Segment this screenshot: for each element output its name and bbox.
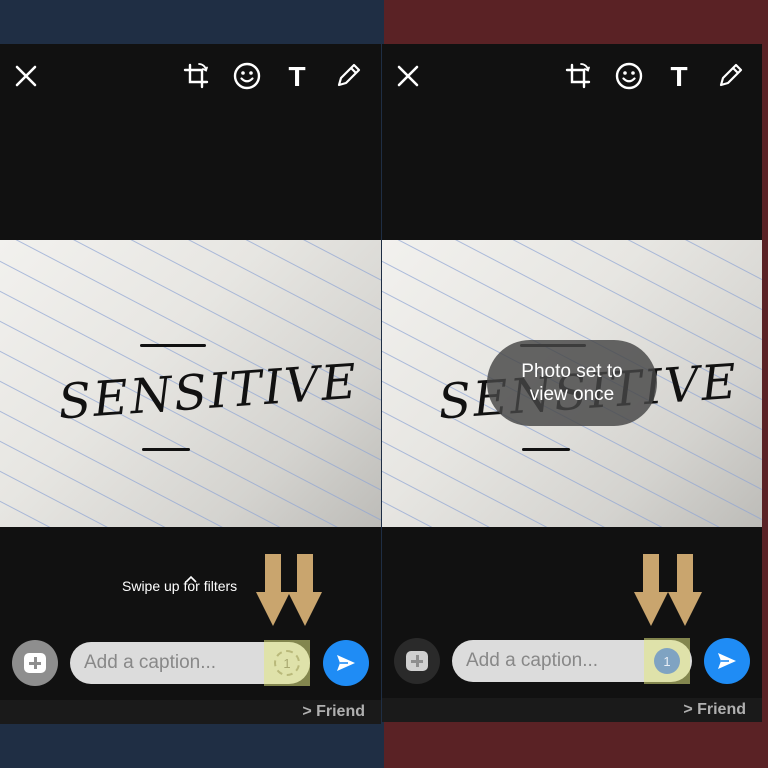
close-icon[interactable] (390, 58, 426, 94)
crop-rotate-icon[interactable] (178, 58, 214, 94)
pencil-icon[interactable] (330, 58, 366, 94)
caption-input[interactable] (84, 652, 264, 674)
left-screenshot: T SENSITIVE Swipe up for filters Add a c… (0, 44, 381, 724)
caption-input[interactable] (466, 650, 646, 672)
handwritten-dash (142, 448, 190, 451)
add-media-icon (24, 653, 46, 673)
view-once-icon: 1 (663, 653, 671, 669)
swipe-filters-hint[interactable]: Swipe up for filters (122, 578, 237, 594)
add-media-button[interactable] (394, 638, 440, 684)
view-once-button[interactable]: 1 (274, 650, 300, 676)
editor-toolbar: T (382, 44, 762, 112)
down-arrow-icon (668, 554, 702, 626)
editor-toolbar: T (0, 44, 381, 112)
svg-text:T: T (288, 61, 305, 91)
recipient-label[interactable]: > Friend (683, 701, 746, 719)
photo-preview: SENSITIVE (0, 240, 381, 527)
pencil-icon[interactable] (712, 58, 748, 94)
emoji-icon[interactable] (611, 58, 647, 94)
send-icon (337, 655, 355, 671)
add-media-button[interactable] (12, 640, 58, 686)
view-once-icon: 1 (283, 655, 291, 671)
down-arrow-icon (288, 554, 322, 626)
down-arrow-icon (634, 554, 668, 626)
crop-rotate-icon[interactable] (560, 58, 596, 94)
send-icon (718, 653, 736, 669)
handwritten-dash (522, 448, 570, 451)
send-button[interactable] (323, 640, 369, 686)
down-arrow-icon (256, 554, 290, 626)
recipient-label[interactable]: > Friend (302, 703, 365, 721)
recipient-bar: > Friend (382, 698, 762, 722)
svg-text:T: T (670, 61, 687, 91)
view-once-button-active[interactable]: 1 (654, 648, 680, 674)
emoji-icon[interactable] (229, 58, 265, 94)
handwritten-dash (140, 344, 206, 347)
text-tool-icon[interactable]: T (661, 58, 697, 94)
view-once-toast: Photo set to view once (487, 340, 657, 426)
add-media-icon (406, 651, 428, 671)
right-screenshot: T Photo set to view once Add a caption..… (382, 44, 762, 722)
recipient-bar: > Friend (0, 700, 381, 724)
text-tool-icon[interactable]: T (279, 58, 315, 94)
send-button[interactable] (704, 638, 750, 684)
close-icon[interactable] (8, 58, 44, 94)
